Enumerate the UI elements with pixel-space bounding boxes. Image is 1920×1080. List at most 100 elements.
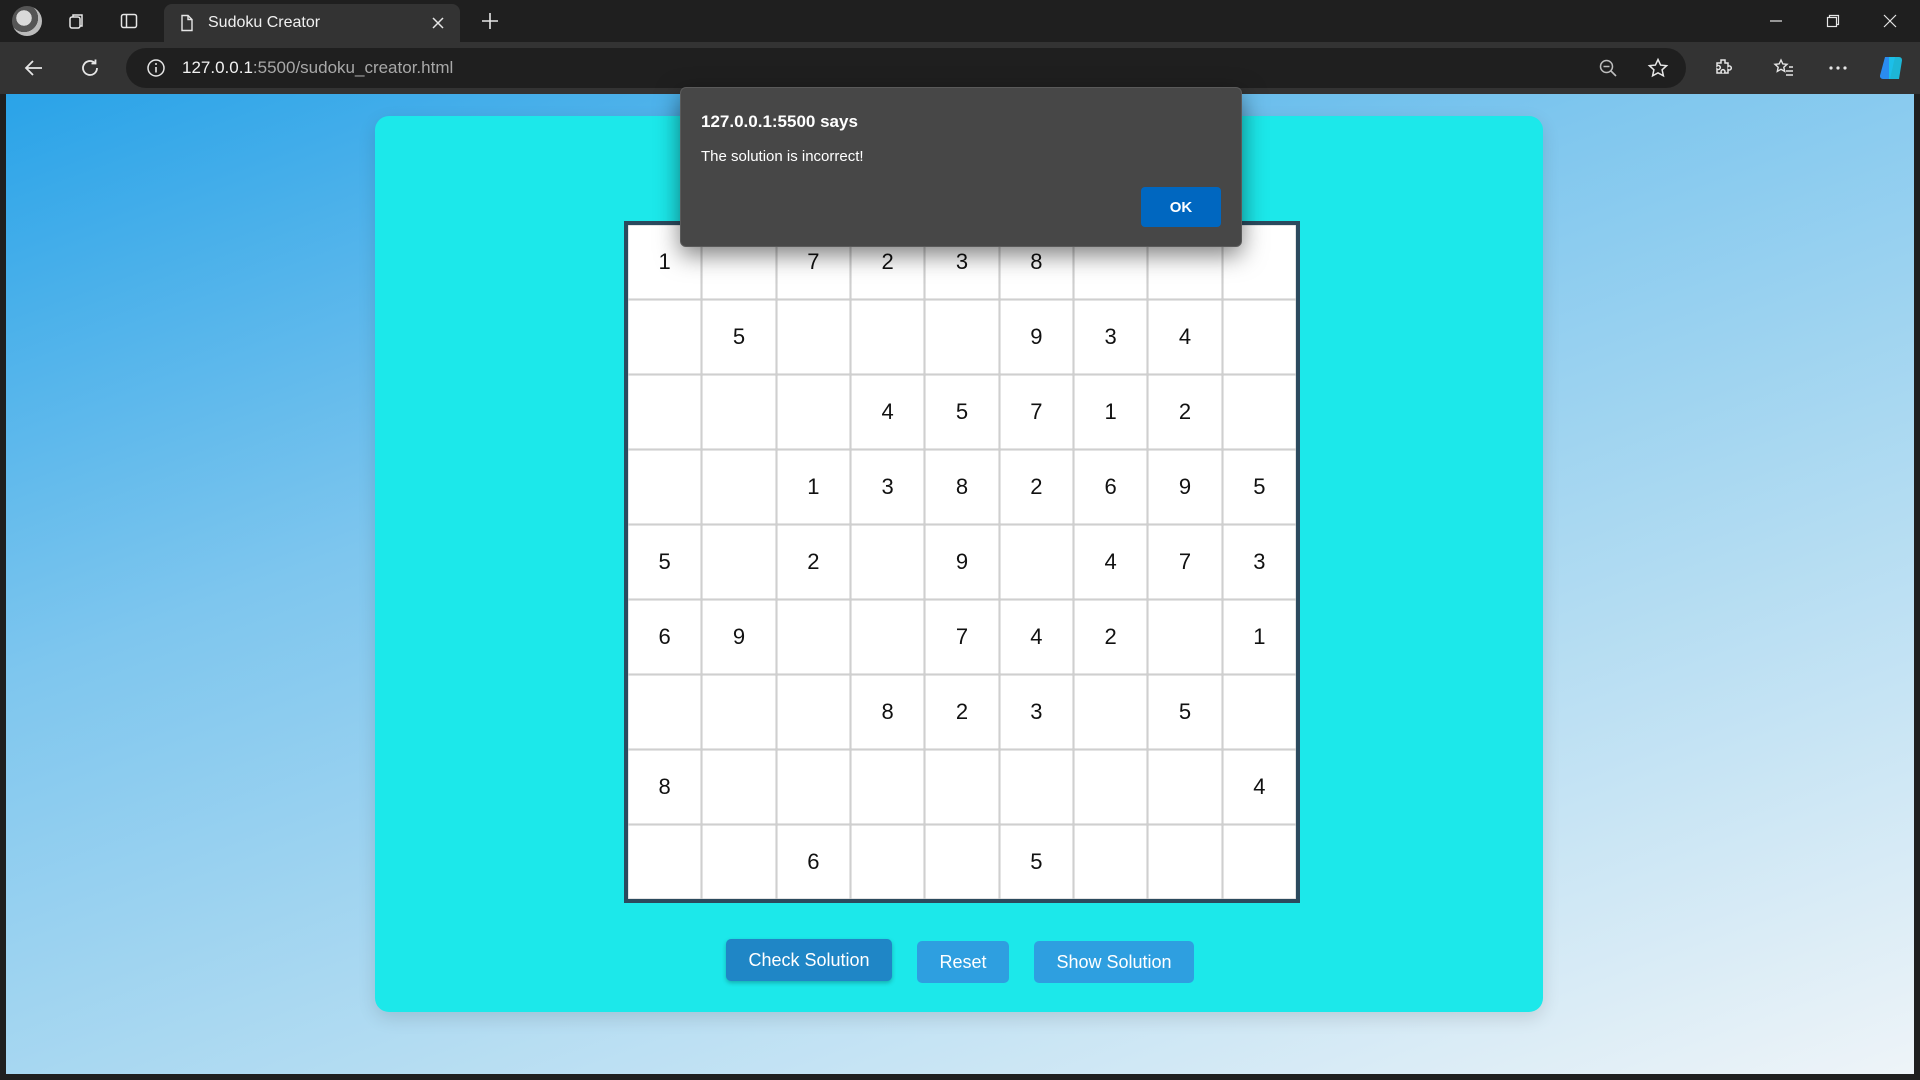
sudoku-cell[interactable] [628, 450, 702, 524]
sudoku-cell[interactable] [702, 675, 776, 749]
close-window-icon[interactable] [1862, 4, 1918, 38]
sudoku-cell[interactable] [628, 825, 702, 899]
sudoku-cell[interactable] [628, 675, 702, 749]
sudoku-grid: 1723859344571213826955294736974218235846… [624, 221, 1300, 903]
sudoku-cell[interactable] [851, 525, 925, 599]
sudoku-cell[interactable]: 8 [628, 750, 702, 824]
dialog-message: The solution is incorrect! [701, 148, 864, 165]
sudoku-cell[interactable]: 4 [1148, 300, 1222, 374]
sudoku-cell[interactable] [1222, 675, 1296, 749]
sudoku-cell[interactable] [776, 600, 850, 674]
sudoku-cell[interactable]: 2 [925, 675, 999, 749]
sudoku-cell[interactable] [702, 825, 776, 899]
sudoku-cell[interactable]: 7 [999, 375, 1073, 449]
sudoku-cell[interactable] [628, 300, 702, 374]
sudoku-cell[interactable] [1074, 750, 1148, 824]
sudoku-cell[interactable]: 9 [702, 600, 776, 674]
sudoku-cell[interactable]: 5 [1148, 675, 1222, 749]
sudoku-cell[interactable] [628, 375, 702, 449]
profile-avatar[interactable] [12, 6, 42, 36]
sudoku-cell[interactable] [1148, 600, 1222, 674]
sudoku-cell[interactable]: 8 [925, 450, 999, 524]
sudoku-cell[interactable]: 9 [1148, 450, 1222, 524]
sudoku-cell[interactable]: 6 [628, 600, 702, 674]
show-solution-button[interactable]: Show Solution [1034, 941, 1194, 983]
refresh-icon[interactable] [72, 50, 108, 86]
sudoku-cell[interactable] [1148, 825, 1222, 899]
sudoku-cell[interactable]: 2 [1148, 375, 1222, 449]
tab-title: Sudoku Creator [208, 14, 321, 31]
reset-button[interactable]: Reset [917, 941, 1009, 983]
sudoku-cell[interactable]: 7 [925, 600, 999, 674]
sudoku-cell[interactable] [999, 525, 1073, 599]
sudoku-cell[interactable] [1222, 300, 1296, 374]
sudoku-cell[interactable]: 3 [999, 675, 1073, 749]
sudoku-cell[interactable]: 6 [776, 825, 850, 899]
sudoku-cell[interactable]: 2 [1074, 600, 1148, 674]
sudoku-cell[interactable] [1222, 825, 1296, 899]
sudoku-cell[interactable]: 9 [925, 525, 999, 599]
back-icon[interactable] [16, 50, 52, 86]
sudoku-cell[interactable]: 4 [1222, 750, 1296, 824]
workspaces-icon[interactable] [61, 6, 93, 36]
sudoku-cell[interactable] [999, 750, 1073, 824]
sudoku-cell[interactable] [925, 825, 999, 899]
ok-button[interactable]: OK [1141, 187, 1221, 227]
minimize-icon[interactable] [1748, 4, 1804, 38]
sudoku-cell[interactable] [702, 525, 776, 599]
sudoku-cell[interactable]: 2 [776, 525, 850, 599]
sudoku-cell[interactable] [702, 750, 776, 824]
sudoku-cell[interactable]: 3 [851, 450, 925, 524]
site-info-icon[interactable] [146, 58, 166, 78]
sudoku-cell[interactable] [851, 825, 925, 899]
sudoku-cell[interactable]: 9 [999, 300, 1073, 374]
sudoku-cell[interactable] [702, 375, 776, 449]
sudoku-cell[interactable]: 5 [628, 525, 702, 599]
sudoku-cell[interactable]: 7 [1148, 525, 1222, 599]
address-bar[interactable]: 127.0.0.1:5500/sudoku_creator.html [126, 48, 1686, 88]
restore-icon[interactable] [1805, 4, 1861, 38]
sudoku-cell[interactable] [776, 300, 850, 374]
sudoku-cell[interactable] [1148, 750, 1222, 824]
sudoku-cell[interactable] [1074, 675, 1148, 749]
sudoku-cell[interactable]: 2 [999, 450, 1073, 524]
more-options-icon[interactable] [1820, 50, 1856, 86]
extensions-icon[interactable] [1706, 50, 1742, 86]
sudoku-cell[interactable]: 5 [702, 300, 776, 374]
sudoku-cell[interactable]: 1 [1074, 375, 1148, 449]
sudoku-cell[interactable]: 3 [1222, 525, 1296, 599]
new-tab-icon[interactable] [474, 6, 506, 36]
tab-bar: Sudoku Creator [0, 0, 1920, 42]
active-tab[interactable]: Sudoku Creator [164, 4, 460, 42]
sudoku-cell[interactable]: 4 [851, 375, 925, 449]
sudoku-cell[interactable] [1222, 375, 1296, 449]
sudoku-cell[interactable] [925, 300, 999, 374]
sudoku-cell[interactable]: 3 [1074, 300, 1148, 374]
sudoku-cell[interactable]: 1 [1222, 600, 1296, 674]
sudoku-cell[interactable]: 4 [1074, 525, 1148, 599]
sudoku-cell[interactable] [925, 750, 999, 824]
sudoku-cell[interactable]: 4 [999, 600, 1073, 674]
sudoku-cell[interactable] [702, 450, 776, 524]
sudoku-cell[interactable] [851, 750, 925, 824]
close-tab-icon[interactable] [424, 9, 452, 37]
favorite-star-icon[interactable] [1640, 50, 1676, 86]
favorites-icon[interactable] [1766, 50, 1802, 86]
check-solution-button[interactable]: Check Solution [726, 939, 892, 981]
sudoku-cell[interactable] [776, 375, 850, 449]
url-host: 127.0.0.1 [182, 58, 253, 77]
zoom-out-icon[interactable] [1590, 50, 1626, 86]
sudoku-cell[interactable] [851, 600, 925, 674]
sudoku-cell[interactable] [851, 300, 925, 374]
sudoku-cell[interactable]: 6 [1074, 450, 1148, 524]
sudoku-cell[interactable] [776, 750, 850, 824]
sudoku-cell[interactable]: 5 [999, 825, 1073, 899]
sudoku-cell[interactable]: 8 [851, 675, 925, 749]
sudoku-cell[interactable]: 5 [925, 375, 999, 449]
sudoku-cell[interactable] [1074, 825, 1148, 899]
sudoku-cell[interactable]: 1 [776, 450, 850, 524]
vertical-tabs-icon[interactable] [113, 6, 145, 36]
copilot-icon[interactable] [1874, 50, 1910, 86]
sudoku-cell[interactable]: 5 [1222, 450, 1296, 524]
sudoku-cell[interactable] [776, 675, 850, 749]
